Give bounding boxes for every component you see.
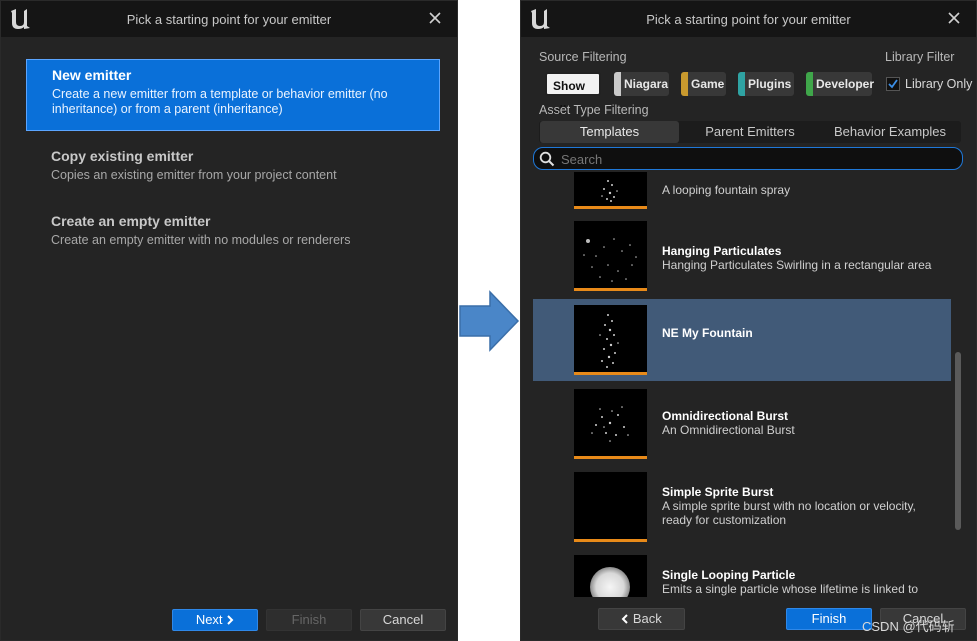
- finish-label: Finish: [291, 612, 327, 627]
- source-filtering-label: Source Filtering: [539, 50, 627, 64]
- chip-game[interactable]: Game: [681, 72, 726, 96]
- asset-title: Omnidirectional Burst: [662, 409, 789, 423]
- chip-color-bar: [614, 72, 621, 96]
- watermark: CSDN @代码斩: [862, 619, 955, 634]
- next-button[interactable]: Next: [172, 609, 258, 631]
- back-button[interactable]: Back: [598, 608, 685, 630]
- asset-thumbnail: [574, 305, 647, 375]
- list-item[interactable]: Hanging Particulates Hanging Particulate…: [533, 215, 951, 297]
- option-desc: Create an empty emitter with no modules …: [51, 233, 351, 247]
- scrollbar-thumb[interactable]: [955, 352, 961, 530]
- asset-list: A looping fountain spray Hanging Particu…: [533, 172, 951, 597]
- particulates-preview-icon: [583, 238, 637, 282]
- search-box: [533, 147, 963, 170]
- list-item[interactable]: Single Looping Particle Emits a single p…: [533, 549, 951, 597]
- asset-type-label: Asset Type Filtering: [539, 103, 649, 117]
- asset-desc: A looping fountain spray: [662, 183, 791, 197]
- left-dialog-title: Pick a starting point for your emitter: [126, 12, 332, 27]
- option-desc: Create a new emitter from a template or …: [52, 87, 388, 116]
- arrow-right-icon: [459, 290, 520, 352]
- tab-behavior-examples[interactable]: Behavior Examples: [820, 121, 960, 143]
- option-title: Create an empty emitter: [51, 213, 211, 229]
- asset-title: Simple Sprite Burst: [662, 485, 774, 499]
- finish-label: Finish: [811, 611, 847, 626]
- unreal-logo-icon: [531, 9, 550, 29]
- asset-thumbnail: [574, 472, 647, 542]
- tab-templates[interactable]: Templates: [540, 121, 679, 143]
- left-dialog: Pick a starting point for your emitter N…: [0, 0, 458, 641]
- option-title: Copy existing emitter: [51, 148, 194, 164]
- chip-label: Game: [691, 77, 725, 91]
- unreal-logo-icon: [11, 9, 30, 29]
- asset-title: Hanging Particulates: [662, 244, 782, 258]
- chip-label: Plugins: [748, 77, 792, 91]
- asset-type-tabs: Templates Parent Emitters Behavior Examp…: [539, 121, 961, 143]
- asset-thumbnail: [574, 172, 647, 209]
- tab-parent-emitters[interactable]: Parent Emitters: [680, 121, 820, 143]
- right-titlebar: Pick a starting point for your emitter: [521, 1, 976, 37]
- chip-color-bar: [738, 72, 745, 96]
- close-icon[interactable]: [425, 8, 445, 28]
- library-filter-label: Library Filter: [885, 50, 955, 64]
- finish-button[interactable]: Finish: [266, 609, 352, 631]
- close-icon[interactable]: [944, 8, 964, 28]
- chip-color-bar: [681, 72, 688, 96]
- list-item[interactable]: A looping fountain spray: [533, 172, 951, 215]
- asset-title: Single Looping Particle: [662, 568, 796, 582]
- chip-show-all[interactable]: Show all: [545, 72, 601, 117]
- thumbnail-bar: [574, 372, 647, 375]
- search-icon: [539, 151, 555, 167]
- sprite-preview-icon: [590, 567, 630, 597]
- asset-desc: A simple sprite burst with no location o…: [662, 499, 916, 527]
- option-create-empty-emitter[interactable]: Create an empty emitter Create an empty …: [26, 206, 440, 256]
- fountain-preview-icon: [599, 314, 619, 368]
- fountain-preview-icon: [601, 180, 618, 202]
- search-input[interactable]: [561, 151, 951, 167]
- chip-plugins[interactable]: Plugins: [738, 72, 794, 96]
- chevron-right-icon: [227, 615, 234, 625]
- thumbnail-bar: [574, 288, 647, 291]
- right-dialog-title: Pick a starting point for your emitter: [646, 12, 851, 27]
- option-title: New emitter: [52, 67, 132, 83]
- asset-thumbnail: [574, 389, 647, 459]
- cancel-label: Cancel: [382, 612, 424, 627]
- next-label: Next: [195, 612, 223, 627]
- chip-label: Niagara: [624, 77, 669, 91]
- chip-color-bar: [806, 72, 813, 96]
- burst-preview-icon: [591, 406, 629, 442]
- list-item[interactable]: Omnidirectional Burst An Omnidirectional…: [533, 383, 951, 465]
- thumbnail-bar: [574, 456, 647, 459]
- list-item-selected[interactable]: NE My Fountain: [533, 299, 951, 381]
- cancel-button[interactable]: Cancel: [360, 609, 446, 631]
- option-copy-existing-emitter[interactable]: Copy existing emitter Copies an existing…: [26, 141, 440, 191]
- thumbnail-bar: [574, 539, 647, 542]
- finish-button[interactable]: Finish: [786, 608, 872, 630]
- asset-desc: An Omnidirectional Burst: [662, 423, 795, 437]
- asset-desc: Emits a single particle whose lifetime i…: [662, 582, 919, 596]
- asset-thumbnail: [574, 555, 647, 597]
- left-titlebar: Pick a starting point for your emitter: [1, 1, 457, 37]
- chip-label: Developer: [816, 77, 875, 91]
- thumbnail-bar: [574, 206, 647, 209]
- library-only-checkbox[interactable]: [886, 77, 900, 91]
- chevron-left-icon: [621, 614, 628, 624]
- list-item[interactable]: Simple Sprite Burst A simple sprite burs…: [533, 466, 951, 548]
- asset-title: NE My Fountain: [662, 326, 753, 340]
- chip-developer[interactable]: Developer: [806, 72, 875, 96]
- chip-niagara[interactable]: Niagara: [614, 72, 669, 96]
- asset-thumbnail: [574, 221, 647, 291]
- asset-desc: Hanging Particulates Swirling in a recta…: [662, 258, 932, 272]
- back-label: Back: [632, 611, 662, 626]
- option-new-emitter[interactable]: New emitter Create a new emitter from a …: [26, 59, 440, 131]
- option-desc: Copies an existing emitter from your pro…: [51, 168, 337, 182]
- library-only-label: Library Only: [905, 77, 973, 91]
